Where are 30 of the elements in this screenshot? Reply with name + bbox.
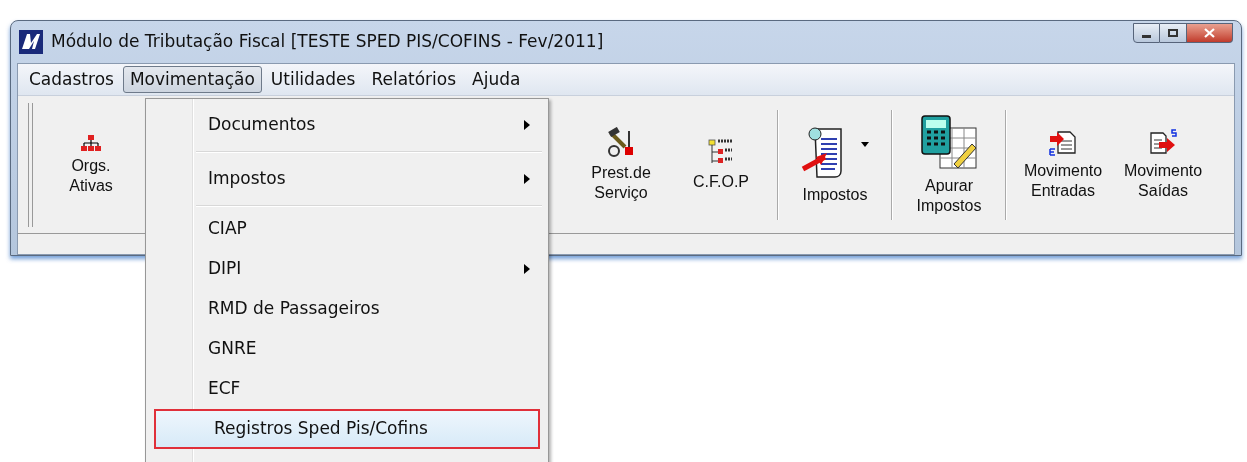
minimize-button[interactable] [1133,23,1160,43]
org-chart-icon [81,133,101,152]
toolbar-button[interactable]: C.F.O.P [671,102,771,227]
toolbar-button[interactable]: Apurar Impostos [899,102,999,227]
menu-item[interactable]: GNRE [148,329,546,369]
menu-item[interactable]: CIAP [148,209,546,249]
menu-bar-item[interactable]: Movimentação [122,66,262,93]
menu-item[interactable]: Registros Sped Pis/Cofins [154,409,540,449]
menu-bar-item[interactable]: Ajuda [465,66,528,93]
calculator-icon [920,113,978,172]
document-out-icon [1149,128,1177,157]
menu-bar-item[interactable]: Relatórios [364,66,464,93]
toolbar-button[interactable]: Prest.de Serviço [571,102,671,227]
menu-item[interactable]: RMD de Passageiros [148,289,546,329]
menu-item[interactable]: Impostos [148,155,546,203]
menu-bar-item[interactable]: Cadastros [22,66,121,93]
toolbar-button[interactable]: Movimento Saídas [1113,102,1213,227]
toolbar-button[interactable]: Movimento Entradas [1013,102,1113,227]
menu-item[interactable]: Documentos [148,101,546,149]
maximize-button[interactable] [1160,23,1187,43]
menu-item[interactable]: ECF [148,369,546,409]
document-in-icon [1049,128,1077,157]
menu-bar-item[interactable]: Utilidades [263,66,363,93]
toolbar-button[interactable]: Impostos [785,102,885,227]
close-icon [1204,28,1215,38]
toolbar-button[interactable]: Orgs. Ativas [41,102,141,227]
menu-item[interactable]: DIPI [148,249,546,289]
window-title: Módulo de Tributação Fiscal [TESTE SPED PIS/COFINS - Fev/2011] [51,30,604,54]
close-button[interactable] [1187,23,1233,43]
app-logo-icon [19,30,43,54]
